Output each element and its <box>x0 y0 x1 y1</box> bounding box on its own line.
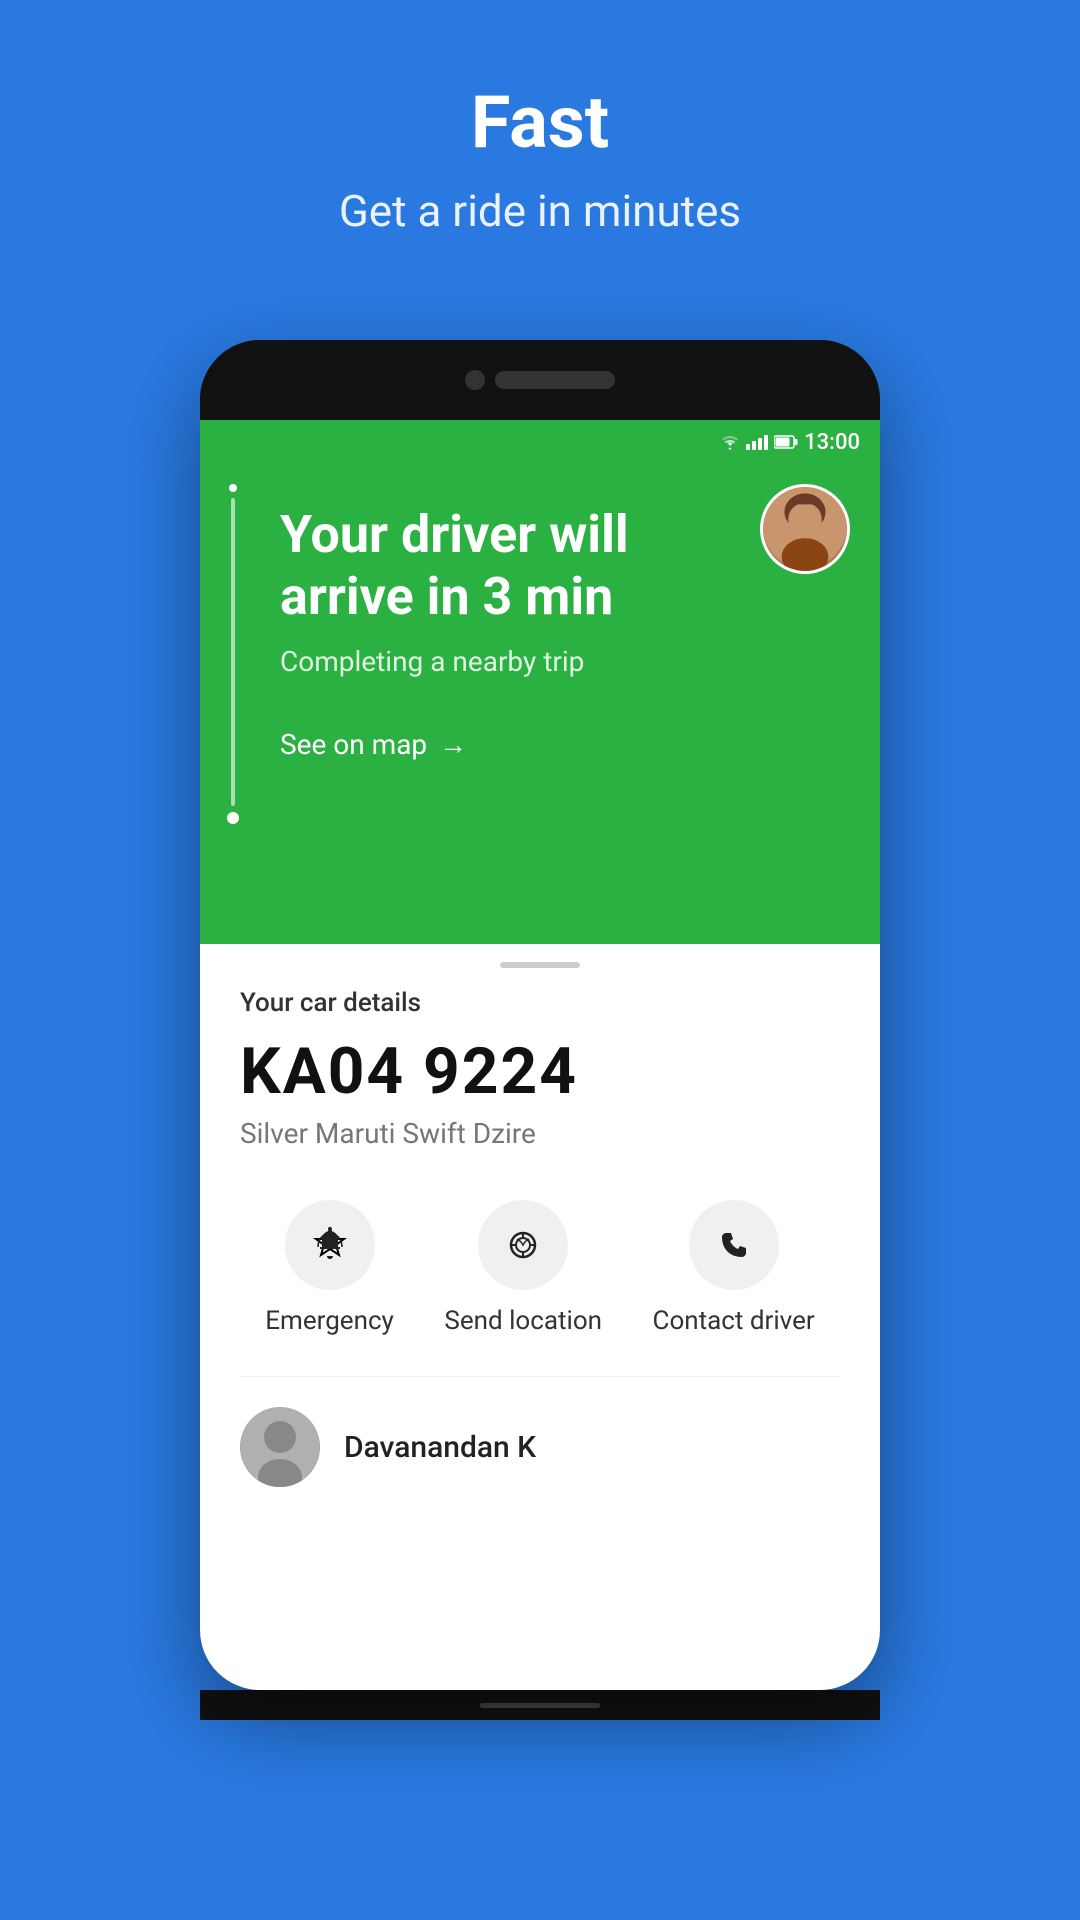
signal-icon <box>746 435 768 450</box>
exclamation-indicator <box>230 484 236 824</box>
contact-driver-label: Contact driver <box>653 1306 815 1336</box>
phone-camera <box>465 370 485 390</box>
card-content: Your driver will arrive in 3 min Complet… <box>240 494 840 761</box>
phone-container: 13:00 <box>200 340 880 1740</box>
send-location-circle <box>478 1200 568 1290</box>
green-card: Your driver will arrive in 3 min Complet… <box>200 464 880 944</box>
driver-avatar <box>760 484 850 574</box>
phone-screen: 13:00 <box>200 420 880 1690</box>
status-icons: 13:00 <box>720 430 860 455</box>
emergency-icon <box>310 1225 350 1265</box>
contact-driver-circle <box>689 1200 779 1290</box>
arrow-icon: → <box>439 728 467 761</box>
action-buttons-row: Emergency Send location <box>240 1200 840 1377</box>
phone-bottom-bar <box>200 1690 880 1720</box>
driver-small-avatar <box>240 1407 320 1487</box>
drag-handle <box>240 944 840 988</box>
battery-icon <box>774 435 798 449</box>
phone-speaker <box>495 371 615 389</box>
send-location-button[interactable]: Send location <box>444 1200 602 1336</box>
see-on-map-button[interactable]: See on map → <box>280 728 840 761</box>
emergency-button-circle <box>285 1200 375 1290</box>
car-details-label: Your car details <box>240 988 840 1018</box>
driver-info-row: Davanandan K <box>240 1377 840 1517</box>
exclamation-top-dot <box>229 484 237 492</box>
home-indicator <box>480 1703 600 1708</box>
arrive-title: Your driver will arrive in 3 min <box>280 504 840 629</box>
phone-notch <box>200 340 880 420</box>
progress-line <box>231 498 235 806</box>
exclamation-bottom-dot <box>227 812 239 824</box>
send-location-label: Send location <box>444 1306 602 1336</box>
phone-outer: 13:00 <box>200 340 880 1690</box>
status-bar: 13:00 <box>200 420 880 464</box>
car-plate: KA04 9224 <box>240 1034 840 1109</box>
bottom-panel: Your car details KA04 9224 Silver Maruti… <box>200 944 880 1517</box>
phone-icon <box>714 1225 754 1265</box>
page-subtitle: Get a ride in minutes <box>0 185 1080 237</box>
send-location-icon <box>503 1225 543 1265</box>
page-title: Fast <box>0 80 1080 165</box>
emergency-label: Emergency <box>265 1306 394 1336</box>
drag-bar <box>500 962 580 968</box>
contact-driver-button[interactable]: Contact driver <box>653 1200 815 1336</box>
header-section: Fast Get a ride in minutes <box>0 0 1080 277</box>
status-time: 13:00 <box>804 430 860 455</box>
wifi-icon <box>720 434 740 450</box>
driver-name: Davanandan K <box>344 1430 536 1465</box>
emergency-button[interactable]: Emergency <box>265 1200 394 1336</box>
trip-status: Completing a nearby trip <box>280 645 840 678</box>
car-model: Silver Maruti Swift Dzire <box>240 1117 840 1150</box>
